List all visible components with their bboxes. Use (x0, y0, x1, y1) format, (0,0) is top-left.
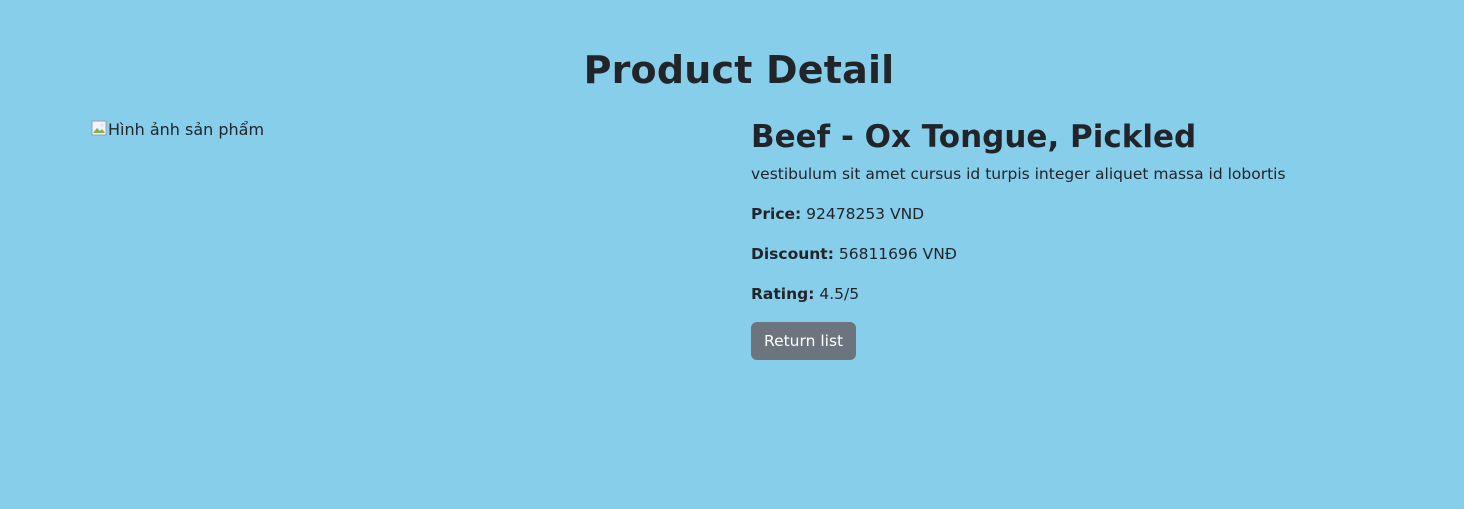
rating-line: Rating: 4.5/5 (751, 282, 1401, 306)
discount-line: Discount: 56811696 VNĐ (751, 242, 1401, 266)
page-title: Product Detail (583, 48, 895, 92)
product-image: Hình ảnh sản phẩm (91, 119, 264, 141)
price-label: Price: (751, 205, 802, 223)
product-image-alt-text: Hình ảnh sản phẩm (108, 120, 265, 139)
product-name: Beef - Ox Tongue, Pickled (751, 119, 1197, 155)
price-value: 92478253 VND (806, 205, 925, 223)
broken-image-icon (91, 120, 107, 136)
product-details: Beef - Ox Tongue, Pickled vestibulum sit… (751, 116, 1401, 360)
product-description: vestibulum sit amet cursus id turpis int… (751, 165, 1286, 183)
discount-label: Discount: (751, 245, 834, 263)
return-list-button[interactable]: Return list (751, 322, 857, 360)
rating-label: Rating: (751, 285, 815, 303)
rating-value: 4.5/5 (819, 285, 860, 303)
discount-value: 56811696 VNĐ (838, 245, 957, 263)
price-line: Price: 92478253 VND (751, 202, 1401, 226)
